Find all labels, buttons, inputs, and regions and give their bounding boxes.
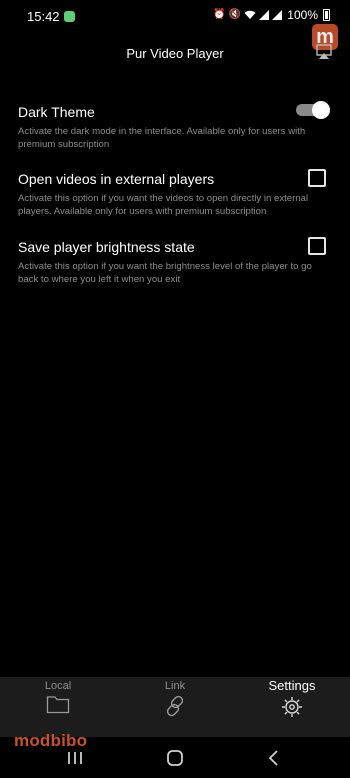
signal-icon <box>259 10 270 20</box>
setting-title: Dark Theme <box>18 104 95 120</box>
status-bar: 15:42 ⏰ 🔇 100% <box>0 0 350 32</box>
status-icons: ⏰ 🔇 100% <box>213 8 330 22</box>
setting-description: Activate the dark mode in the interface.… <box>18 126 306 150</box>
wifi-icon <box>244 10 256 19</box>
tab-link-label: Link <box>164 680 186 692</box>
battery-percent: 100% <box>287 8 318 22</box>
recent-apps-icon <box>68 751 82 764</box>
cast-icon[interactable] <box>314 44 334 60</box>
setting-dark-theme: Dark Theme Activate the dark mode in the… <box>18 104 333 151</box>
tab-local[interactable]: Local <box>0 677 116 737</box>
signal-icon-2 <box>272 10 283 20</box>
battery-icon <box>323 9 330 21</box>
setting-title: Open videos in external players <box>18 171 215 187</box>
watermark-text: modbibo <box>14 731 88 750</box>
setting-description: Activate this option if you want the vid… <box>18 193 309 217</box>
link-icon <box>166 695 184 717</box>
dark-theme-toggle[interactable] <box>296 101 330 119</box>
gear-icon <box>282 697 302 717</box>
app-title: Pur Video Player <box>126 46 224 61</box>
notification-app-icon <box>64 11 75 22</box>
toggle-thumb <box>312 101 330 119</box>
setting-title: Save player brightness state <box>18 239 195 255</box>
status-time: 15:42 <box>27 9 60 24</box>
external-players-checkbox[interactable] <box>308 169 326 187</box>
brightness-state-checkbox[interactable] <box>308 237 326 255</box>
folder-icon <box>46 696 70 714</box>
tab-local-label: Local <box>44 680 72 692</box>
setting-description: Activate this option if you want the bri… <box>18 261 312 285</box>
setting-external-players: Open videos in external players Activate… <box>18 171 333 218</box>
tab-link[interactable]: Link <box>117 677 233 737</box>
alarm-icon: ⏰ <box>213 9 226 20</box>
back-button[interactable] <box>244 737 304 778</box>
home-button[interactable] <box>145 737 205 778</box>
back-icon <box>268 749 278 766</box>
mute-icon: 🔇 <box>228 9 242 20</box>
tab-settings-label: Settings <box>268 678 316 693</box>
bottom-navigation: Local Link Settings <box>0 677 350 737</box>
home-icon <box>167 749 183 766</box>
tab-settings[interactable]: Settings <box>234 677 350 737</box>
setting-brightness-state: Save player brightness state Activate th… <box>18 239 333 286</box>
